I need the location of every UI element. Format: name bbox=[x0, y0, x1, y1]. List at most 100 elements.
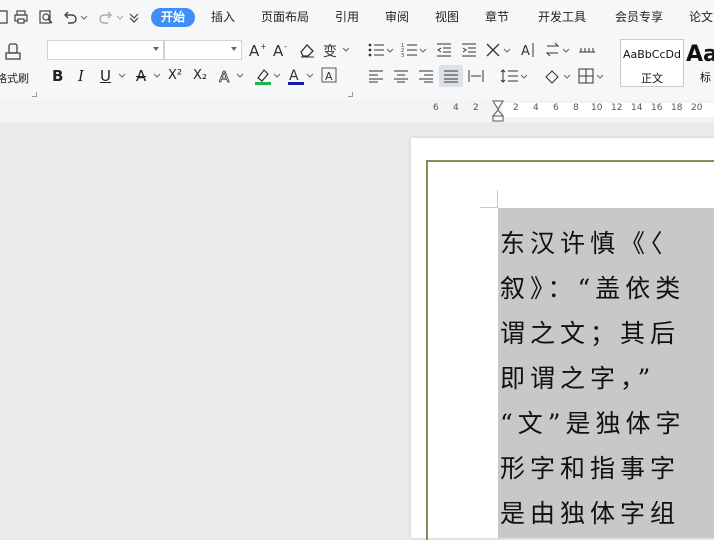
margin-corner-mark bbox=[497, 190, 498, 208]
text-line[interactable]: 形字和指事字 bbox=[500, 454, 680, 484]
tab-view[interactable]: 视图 bbox=[435, 9, 459, 25]
font-group-launcher[interactable] bbox=[348, 92, 353, 97]
ruler-number: 6 bbox=[553, 103, 559, 113]
distributed-align-icon[interactable] bbox=[468, 69, 484, 83]
bullet-list-icon[interactable] bbox=[368, 42, 394, 58]
increase-indent-icon[interactable] bbox=[461, 42, 477, 58]
text-line[interactable]: 叙》：“盖依类 bbox=[500, 274, 685, 304]
chevron-down-icon bbox=[231, 47, 237, 51]
style-heading[interactable]: Aa 标 bbox=[686, 39, 714, 87]
svg-text:A: A bbox=[273, 42, 284, 58]
align-center-icon[interactable] bbox=[393, 69, 409, 83]
text-line[interactable]: “文”是独体字 bbox=[500, 409, 686, 439]
style-normal-label: 正文 bbox=[641, 72, 663, 85]
tab-chapter[interactable]: 章节 bbox=[485, 9, 509, 25]
ruler-number: 14 bbox=[631, 103, 643, 113]
chevron-down-icon[interactable] bbox=[153, 72, 161, 80]
style-heading-preview: Aa bbox=[686, 42, 714, 67]
italic-button[interactable]: I bbox=[78, 67, 84, 85]
phonetic-guide-icon[interactable]: 变 bbox=[323, 41, 349, 59]
print-icon[interactable] bbox=[13, 9, 29, 25]
horizontal-ruler[interactable]: 6 4 2 2 4 6 8 10 12 14 16 18 20 bbox=[0, 100, 714, 122]
text-line[interactable]: 东汉许慎《〈 bbox=[500, 229, 668, 259]
style-heading-label: 标 bbox=[700, 71, 711, 84]
svg-text:A: A bbox=[249, 42, 260, 58]
menu-bar: 开始 插入 页面布局 引用 审阅 视图 章节 开发工具 会员专享 论文 bbox=[0, 0, 714, 34]
justify-button[interactable] bbox=[439, 65, 463, 87]
numbered-list-icon[interactable]: 123 bbox=[401, 42, 427, 58]
align-justify-icon bbox=[444, 70, 458, 83]
ruler-number: 8 bbox=[573, 103, 579, 113]
text-line[interactable]: 谓之文；其后 bbox=[500, 319, 680, 349]
print-preview-icon[interactable] bbox=[38, 9, 54, 25]
ruler-number: 4 bbox=[453, 103, 459, 113]
shrink-font-icon[interactable]: A- bbox=[273, 42, 291, 58]
redo-icon[interactable] bbox=[98, 9, 114, 25]
chinese-layout-icon[interactable] bbox=[485, 42, 511, 58]
indent-marker-icon[interactable] bbox=[492, 100, 504, 122]
clipboard-group-launcher[interactable] bbox=[32, 92, 37, 97]
tab-member[interactable]: 会员专享 bbox=[615, 9, 663, 25]
ruler-number: 18 bbox=[671, 103, 683, 113]
redo-dropdown-icon[interactable] bbox=[116, 9, 124, 25]
svg-text:A: A bbox=[289, 68, 299, 84]
svg-text:+: + bbox=[260, 42, 267, 51]
tab-home[interactable]: 开始 bbox=[151, 8, 196, 27]
font-name-select[interactable] bbox=[47, 40, 164, 60]
format-painter-label[interactable]: 格式刷 bbox=[0, 70, 29, 86]
ruler-number: 20 bbox=[691, 103, 703, 113]
style-normal-preview: AaBbCcDd bbox=[623, 48, 681, 61]
tab-insert[interactable]: 插入 bbox=[211, 9, 235, 25]
ruler-number: 16 bbox=[651, 103, 663, 113]
bold-button[interactable]: B bbox=[52, 67, 63, 85]
ruler-number: 12 bbox=[611, 103, 623, 113]
customize-toolbar-icon[interactable] bbox=[126, 9, 142, 25]
undo-icon[interactable] bbox=[62, 9, 78, 25]
tab-page-layout[interactable]: 页面布局 bbox=[261, 9, 309, 25]
clear-format-icon[interactable] bbox=[298, 42, 316, 58]
borders-icon[interactable] bbox=[578, 68, 606, 84]
align-left-icon[interactable] bbox=[368, 69, 384, 83]
strikethrough-button[interactable]: A bbox=[136, 67, 146, 85]
svg-text:变: 变 bbox=[323, 44, 337, 59]
chevron-down-icon[interactable] bbox=[118, 72, 126, 80]
character-border-icon[interactable]: A bbox=[321, 67, 337, 83]
text-direction-icon[interactable]: A bbox=[520, 42, 536, 58]
grow-font-icon[interactable]: A + bbox=[249, 42, 267, 58]
sort-icon[interactable] bbox=[545, 42, 571, 58]
font-color-icon[interactable]: A bbox=[287, 66, 315, 86]
ruler-number: 6 bbox=[433, 103, 439, 113]
svg-text:3: 3 bbox=[401, 53, 404, 58]
tab-review[interactable]: 审阅 bbox=[385, 9, 409, 25]
format-painter-icon[interactable] bbox=[4, 42, 24, 64]
tab-references[interactable]: 引用 bbox=[335, 9, 359, 25]
subscript-button[interactable]: X₂ bbox=[193, 67, 207, 85]
style-normal[interactable]: AaBbCcDd 正文 bbox=[620, 39, 684, 87]
page-icon[interactable] bbox=[0, 9, 10, 25]
decrease-indent-icon[interactable] bbox=[436, 42, 452, 58]
svg-text:-: - bbox=[284, 42, 287, 51]
align-right-icon[interactable] bbox=[418, 69, 434, 83]
margin-corner-mark bbox=[480, 207, 498, 208]
line-spacing-icon[interactable] bbox=[500, 68, 528, 84]
svg-text:A: A bbox=[521, 44, 530, 58]
svg-text:A: A bbox=[325, 70, 333, 83]
superscript-button[interactable]: X² bbox=[168, 67, 182, 85]
chevron-down-icon bbox=[153, 47, 159, 51]
ruler-number: 4 bbox=[533, 103, 539, 113]
undo-dropdown-icon[interactable] bbox=[80, 9, 88, 25]
svg-text:A: A bbox=[219, 68, 230, 85]
text-line[interactable]: 即谓之字，” bbox=[500, 364, 655, 394]
ruler-number: 2 bbox=[513, 103, 519, 113]
text-line[interactable]: 是由独体字组 bbox=[500, 499, 680, 529]
tab-thesis[interactable]: 论文 bbox=[689, 9, 713, 25]
highlight-color-icon[interactable] bbox=[254, 66, 282, 86]
show-hide-marks-icon[interactable] bbox=[578, 42, 596, 58]
ruler-number: 2 bbox=[473, 103, 479, 113]
ruler-number: 10 bbox=[591, 103, 603, 113]
tab-developer[interactable]: 开发工具 bbox=[538, 9, 586, 25]
font-size-select[interactable] bbox=[164, 40, 242, 60]
underline-button[interactable]: U bbox=[100, 67, 111, 85]
text-effects-icon[interactable]: A bbox=[219, 67, 245, 85]
shading-icon[interactable] bbox=[543, 68, 571, 84]
